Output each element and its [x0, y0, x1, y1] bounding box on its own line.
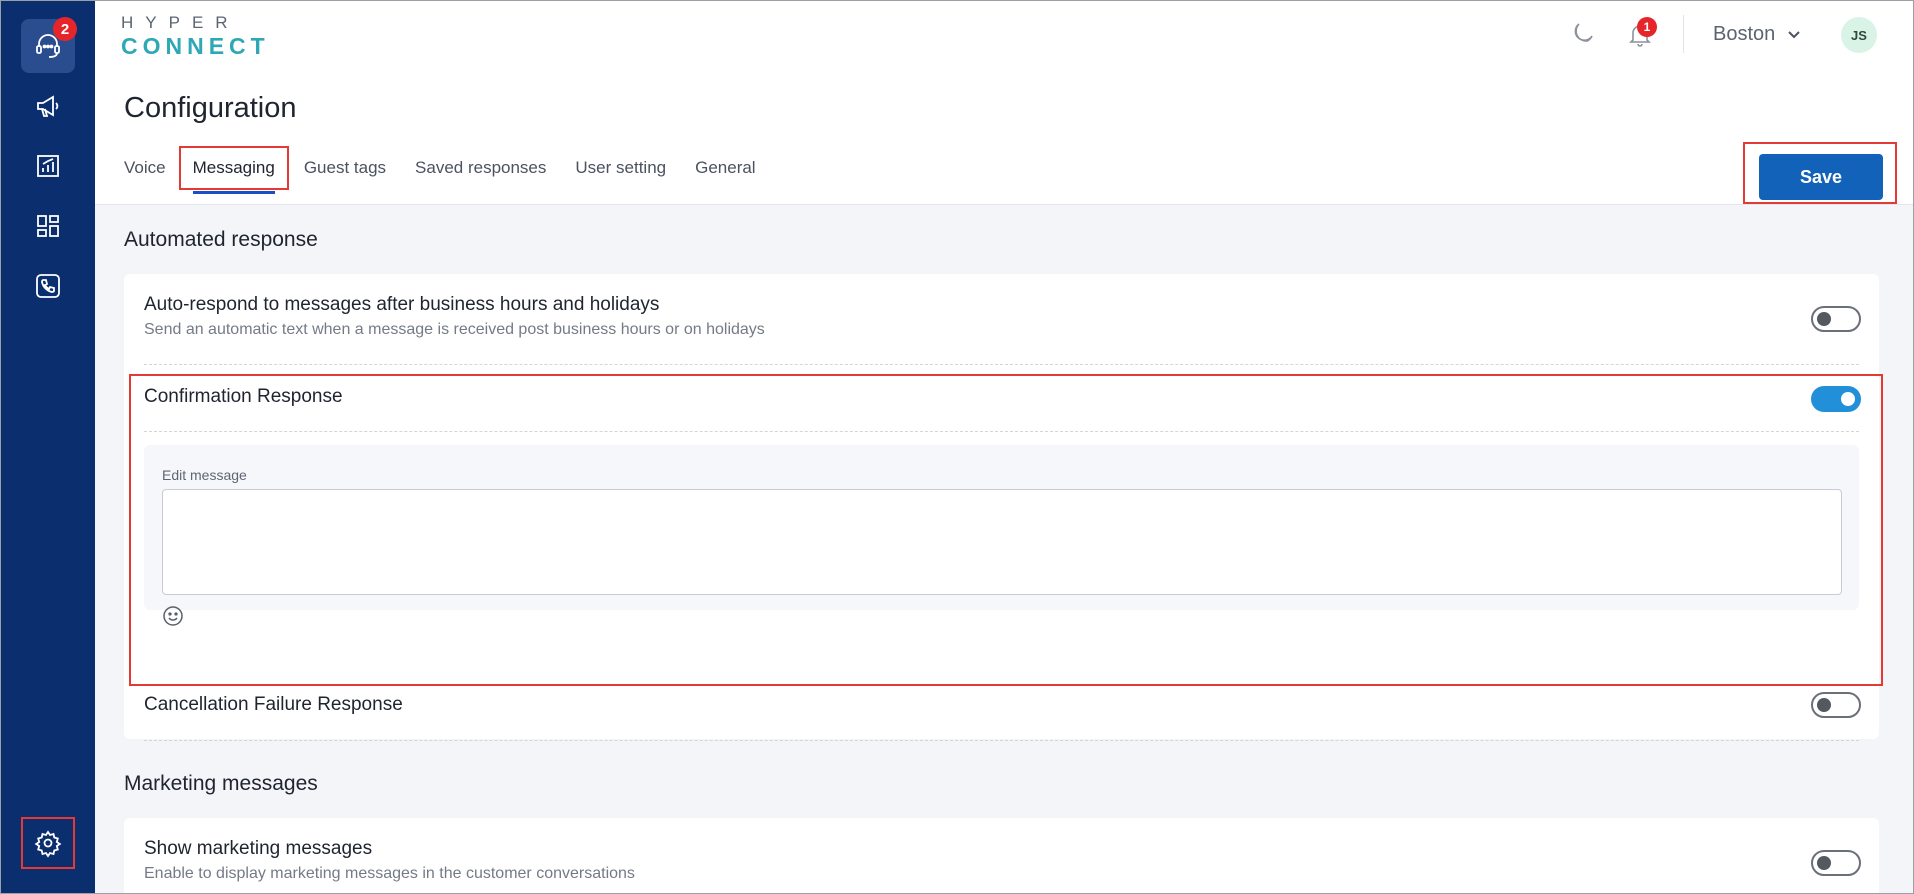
show-marketing-description: Enable to display marketing messages in … [144, 865, 635, 882]
row-divider [144, 364, 1859, 365]
cancellation-response-toggle[interactable] [1811, 692, 1861, 718]
app-window: 2 HYPER CONNECT 1 Boston JS Configuratio… [0, 0, 1914, 894]
avatar[interactable]: JS [1841, 17, 1877, 53]
page-title: Configuration [124, 92, 297, 124]
toggle-knob [1817, 856, 1831, 870]
moon-icon[interactable] [1567, 19, 1597, 49]
config-topbar: Configuration Voice Messaging Guest tags… [95, 68, 1913, 205]
dashboard-icon [37, 215, 59, 237]
logo: HYPER CONNECT [121, 13, 270, 59]
auto-respond-description: Send an automatic text when a message is… [144, 321, 765, 338]
top-header: HYPER CONNECT 1 Boston JS [95, 1, 1913, 69]
marketing-messages-heading: Marketing messages [124, 772, 318, 795]
show-marketing-title: Show marketing messages [144, 838, 373, 859]
tab-guest-tags[interactable]: Guest tags [304, 158, 386, 194]
automated-response-heading: Automated response [124, 228, 318, 251]
messaging-tab-highlight-box [179, 146, 289, 190]
header-divider [1683, 15, 1684, 53]
sidebar-item-calls[interactable] [21, 259, 75, 313]
cancellation-response-title: Cancellation Failure Response [144, 694, 403, 715]
show-marketing-toggle[interactable] [1811, 850, 1861, 876]
sidebar-item-support[interactable]: 2 [21, 17, 77, 73]
phone-icon [36, 274, 60, 298]
megaphone-icon [37, 95, 59, 117]
settings-highlight-box [21, 817, 75, 869]
tab-general[interactable]: General [695, 158, 755, 194]
sidebar: 2 [1, 1, 95, 893]
row-divider [144, 740, 1859, 741]
tab-saved-responses[interactable]: Saved responses [415, 158, 546, 194]
notification-badge: 1 [1637, 17, 1657, 37]
toggle-knob [1817, 698, 1831, 712]
confirmation-highlight-box [129, 374, 1883, 686]
sidebar-item-campaigns[interactable] [21, 79, 75, 133]
location-label: Boston [1713, 23, 1776, 45]
location-selector[interactable]: Boston [1713, 23, 1801, 46]
support-badge: 2 [53, 17, 77, 41]
main-content: Configuration Voice Messaging Guest tags… [95, 68, 1913, 893]
tab-voice[interactable]: Voice [124, 158, 166, 194]
sidebar-item-reports[interactable] [21, 139, 75, 193]
tab-user-setting[interactable]: User setting [575, 158, 666, 194]
toggle-knob [1817, 312, 1831, 326]
marketing-messages-card: Show marketing messages Enable to displa… [124, 818, 1879, 893]
chevron-down-icon [1788, 30, 1800, 38]
logo-top: HYPER [121, 13, 240, 32]
sidebar-item-dashboard[interactable] [21, 199, 75, 253]
logo-bottom: CONNECT [121, 33, 270, 59]
auto-respond-toggle[interactable] [1811, 306, 1861, 332]
auto-respond-title: Auto-respond to messages after business … [144, 294, 660, 315]
report-icon [37, 155, 59, 177]
save-highlight-box [1743, 142, 1897, 204]
